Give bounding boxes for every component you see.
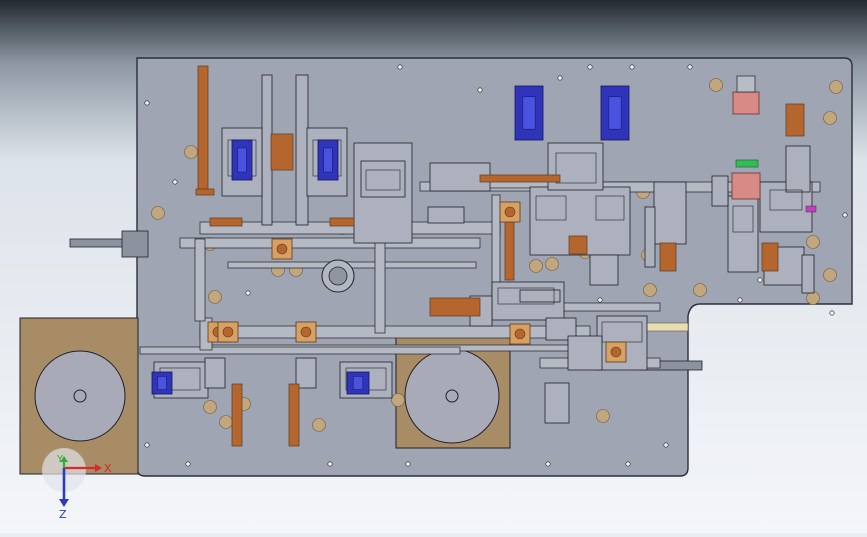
mechanism-block: [204, 357, 226, 389]
mounting-hole: [203, 400, 217, 414]
mechanism-block: [360, 160, 406, 198]
left-reel-hub: [73, 389, 87, 403]
mounting-hole: [529, 259, 543, 273]
copper-arm: [195, 188, 215, 196]
mechanism-block: [653, 181, 687, 245]
mounting-hole: [829, 80, 843, 94]
mounting-hole: [219, 415, 233, 429]
green-ring: [735, 159, 759, 168]
x-axis-label: X: [104, 462, 112, 475]
mechanism-block: [589, 254, 619, 286]
screw-hole: [687, 64, 693, 70]
mechanism-block: [567, 335, 603, 371]
mechanism-block: [544, 382, 570, 424]
gripper-node-center: [610, 346, 622, 358]
screw-hole: [625, 461, 631, 467]
mounting-hole: [709, 78, 723, 92]
screw-hole: [663, 442, 669, 448]
mechanism-block: [261, 74, 273, 226]
screw-hole: [477, 87, 483, 93]
linear-rail: [194, 238, 206, 322]
screw-hole: [757, 277, 763, 283]
pink-block: [732, 91, 760, 115]
screw-hole: [327, 461, 333, 467]
screw-hole: [597, 297, 603, 303]
mounting-hole: [596, 409, 610, 423]
pink-block-cap: [736, 75, 756, 93]
screw-hole: [245, 290, 251, 296]
gripper-node-center: [222, 326, 234, 338]
mounting-hole: [643, 283, 657, 297]
screw-hole: [629, 64, 635, 70]
left-shaft-block: [121, 230, 149, 258]
screw-hole: [557, 75, 563, 81]
mechanism-block: [785, 145, 811, 193]
cad-viewport[interactable]: X Y Z: [0, 0, 867, 533]
mounting-hole: [823, 111, 837, 125]
copper-arm: [270, 133, 294, 171]
mechanism-block: [801, 254, 815, 294]
screw-hole: [144, 100, 150, 106]
z-axis-label: Z: [59, 508, 67, 521]
mechanism-block: [644, 206, 656, 268]
screw-hole: [405, 461, 411, 467]
magenta-stub: [805, 205, 817, 213]
y-axis-label: Y: [56, 454, 64, 465]
gripper-node-center: [514, 328, 526, 340]
copper-arm: [785, 103, 805, 137]
copper-arm: [197, 65, 209, 195]
copper-arm: [659, 242, 677, 272]
mechanism-block: [727, 195, 759, 273]
center-bearing-inner: [328, 266, 348, 286]
screw-hole: [144, 442, 150, 448]
mounting-hole: [208, 290, 222, 304]
mechanism-block: [427, 206, 465, 224]
screw-hole: [545, 461, 551, 467]
screw-hole: [172, 179, 178, 185]
copper-arm: [479, 174, 561, 183]
mounting-hole: [391, 393, 405, 407]
mounting-hole: [823, 268, 837, 282]
screw-hole: [737, 297, 743, 303]
copper-arm: [761, 242, 779, 272]
mounting-hole: [312, 418, 326, 432]
mounting-hole: [693, 283, 707, 297]
mechanism-block: [711, 175, 729, 207]
machine-assembly-drawing: X Y Z: [0, 0, 867, 533]
screw-hole: [842, 212, 848, 218]
mounting-hole: [184, 145, 198, 159]
copper-arm: [329, 217, 355, 227]
left-shaft: [69, 238, 129, 248]
linear-rail: [199, 325, 591, 339]
copper-arm: [429, 297, 481, 317]
gripper-node-center: [276, 243, 288, 255]
middle-reel-hub: [445, 389, 459, 403]
copper-arm: [209, 217, 243, 227]
blue-cylinder-core: [237, 147, 247, 173]
blue-cylinder-core: [608, 96, 622, 130]
mounting-hole: [545, 257, 559, 271]
screw-hole: [185, 461, 191, 467]
mounting-hole: [806, 291, 820, 305]
mounting-hole: [151, 206, 165, 220]
mechanism-block: [295, 74, 309, 226]
gripper-node-center: [300, 326, 312, 338]
linear-rail: [227, 261, 477, 269]
pink-block: [731, 172, 761, 200]
copper-arm: [568, 235, 588, 255]
mounting-hole: [806, 235, 820, 249]
linear-rail: [179, 237, 481, 249]
blue-cylinder-core: [352, 376, 364, 390]
blue-cylinder-core: [157, 376, 167, 390]
blue-cylinder-core: [323, 147, 333, 173]
screw-hole: [829, 310, 835, 316]
linear-rail: [139, 346, 461, 355]
screw-hole: [587, 64, 593, 70]
gripper-node-center: [504, 206, 516, 218]
copper-arm: [231, 383, 243, 447]
copper-arm: [288, 383, 300, 447]
mechanism-block: [295, 357, 317, 389]
blue-cylinder-core: [522, 96, 536, 130]
screw-hole: [397, 64, 403, 70]
